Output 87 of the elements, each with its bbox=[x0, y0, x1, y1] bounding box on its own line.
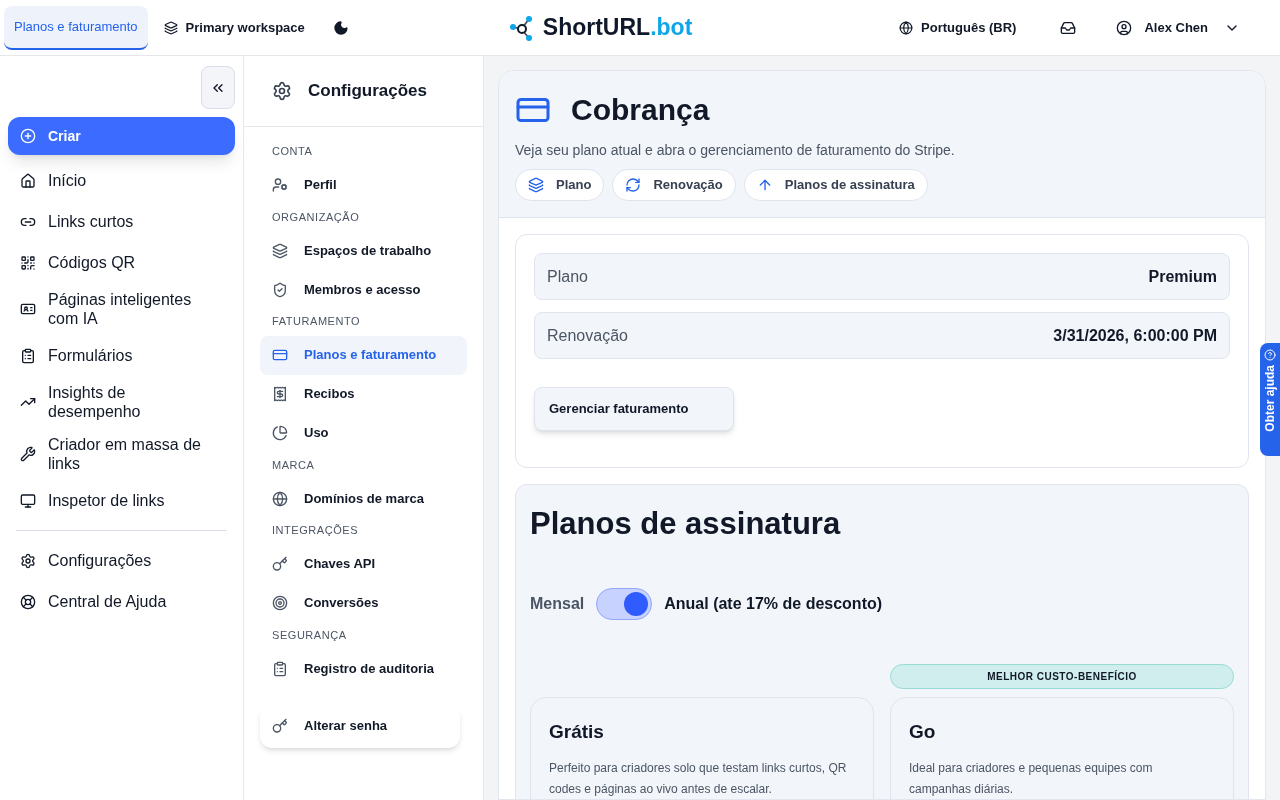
panel-title: Configurações bbox=[308, 80, 428, 103]
language-button[interactable]: Português (BR) bbox=[899, 17, 1017, 38]
clipboard-icon bbox=[20, 347, 36, 364]
page-title: Cobrança bbox=[571, 92, 710, 128]
user-menu[interactable]: Alex Chen bbox=[1116, 17, 1240, 38]
pie-chart-icon bbox=[272, 425, 288, 441]
moon-icon bbox=[332, 19, 349, 36]
section-chip[interactable]: Planos de assinatura bbox=[743, 169, 928, 201]
settings-item[interactable]: Planos e faturamento bbox=[260, 335, 467, 375]
settings-item[interactable]: Perfil bbox=[260, 165, 467, 205]
create-button[interactable]: Criar bbox=[8, 117, 235, 155]
wrench-icon bbox=[20, 446, 36, 462]
target-icon bbox=[272, 595, 288, 611]
billing-period-toggle[interactable] bbox=[596, 587, 653, 620]
nav-item[interactable]: Central de Ajuda bbox=[20, 588, 235, 615]
lifebuoy-icon bbox=[20, 593, 36, 610]
help-tab[interactable]: Obter ajuda bbox=[1260, 343, 1280, 456]
plan-name: Grátis bbox=[549, 719, 605, 744]
settings-item[interactable]: Recibos bbox=[260, 374, 467, 414]
plus-icon bbox=[20, 128, 36, 144]
layers-icon bbox=[163, 20, 178, 35]
manage-billing-button[interactable]: Gerenciar faturamento bbox=[534, 387, 734, 431]
page-subtitle: Veja seu plano atual e abra o gerenciamento de faturamento do Stripe. bbox=[515, 141, 956, 160]
section-heading: CONTA bbox=[271, 144, 314, 159]
toggle-label: Mensal bbox=[530, 593, 585, 614]
settings-item[interactable]: Espaços de trabalho bbox=[260, 231, 467, 270]
user-shield-icon bbox=[272, 281, 288, 298]
collapse-button[interactable] bbox=[201, 66, 235, 109]
info-value: Premium bbox=[1148, 266, 1217, 287]
credit-card-icon bbox=[272, 347, 288, 363]
settings-item[interactable]: Registro de auditoria bbox=[260, 649, 467, 688]
section-heading: ORGANIZAÇÃO bbox=[271, 209, 361, 225]
billing-tab[interactable]: Planos e faturamento bbox=[4, 5, 148, 50]
id-card-icon bbox=[20, 301, 36, 317]
layers-icon bbox=[528, 177, 544, 193]
plan-name: Go bbox=[909, 719, 937, 744]
section-chip[interactable]: Plano bbox=[515, 169, 605, 201]
settings-item[interactable]: Domínios de marca bbox=[260, 479, 467, 518]
globe-icon bbox=[899, 20, 914, 35]
plan-badge: MELHOR CUSTO-BENEFÍCIO bbox=[890, 663, 1234, 689]
settings-icon bbox=[272, 81, 292, 101]
section-heading: MARCA bbox=[271, 457, 316, 473]
section-chip[interactable]: Renovação bbox=[612, 169, 736, 201]
logo-icon bbox=[508, 14, 535, 41]
qr-code-icon bbox=[20, 254, 36, 271]
workspace-button[interactable]: Primary workspace bbox=[163, 17, 305, 38]
section-heading: FATURAMENTO bbox=[271, 314, 362, 329]
settings-item[interactable]: Chaves API bbox=[260, 544, 467, 584]
nav-item[interactable]: Criador em massa de links bbox=[20, 435, 235, 473]
logo-text: ShortURL.bot bbox=[542, 13, 693, 43]
layers-icon bbox=[272, 242, 288, 259]
nav-item[interactable]: Páginas inteligentes com IA bbox=[20, 290, 235, 328]
user-gear-icon bbox=[272, 177, 288, 193]
info-value: 3/31/2026, 6:00:00 PM bbox=[1053, 325, 1217, 346]
refresh-icon bbox=[625, 177, 642, 193]
user-icon bbox=[1116, 19, 1133, 36]
nav-item[interactable]: Formulários bbox=[20, 342, 235, 369]
nav-item[interactable]: Insights de desempenho bbox=[20, 383, 235, 421]
globe-icon bbox=[272, 490, 288, 507]
settings-icon bbox=[20, 552, 36, 569]
help-icon bbox=[1264, 349, 1276, 361]
clipboard-icon bbox=[272, 660, 288, 677]
inbox-button[interactable] bbox=[1060, 19, 1077, 36]
key-icon bbox=[272, 718, 288, 734]
info-label: Renovação bbox=[547, 325, 628, 346]
receipt-icon bbox=[272, 386, 288, 402]
nav-item[interactable]: Inspetor de links bbox=[20, 487, 235, 514]
settings-item[interactable]: Membros e acesso bbox=[260, 270, 467, 309]
home-icon bbox=[20, 172, 36, 189]
key-icon bbox=[272, 556, 288, 572]
nav-item[interactable]: Configurações bbox=[20, 547, 235, 574]
plan-description: Ideal para criadores e pequenas equipes com campanhas diárias. bbox=[909, 760, 1154, 798]
section-heading: SEGURANÇA bbox=[271, 627, 348, 643]
monitor-icon bbox=[20, 492, 36, 509]
nav-item[interactable]: Início bbox=[20, 167, 235, 194]
toggle-label: Anual (ate 17% de desconto) bbox=[664, 593, 883, 614]
settings-item[interactable]: Conversões bbox=[260, 583, 467, 623]
section-heading: INTEGRAÇÕES bbox=[271, 523, 360, 538]
section-title: Planos de assinatura bbox=[530, 505, 842, 543]
change-password-button[interactable]: Alterar senha bbox=[260, 704, 460, 748]
settings-item[interactable]: Uso bbox=[260, 413, 467, 453]
info-label: Plano bbox=[547, 266, 588, 287]
nav-item[interactable]: Links curtos bbox=[20, 208, 235, 235]
nav-item[interactable]: Códigos QR bbox=[20, 249, 235, 276]
plan-description: Perfeito para criadores solo que testam links curtos, QR codes e páginas ao vivo antes de escalar. bbox=[549, 760, 848, 798]
inbox-icon bbox=[1060, 19, 1077, 36]
theme-toggle[interactable] bbox=[332, 19, 349, 36]
